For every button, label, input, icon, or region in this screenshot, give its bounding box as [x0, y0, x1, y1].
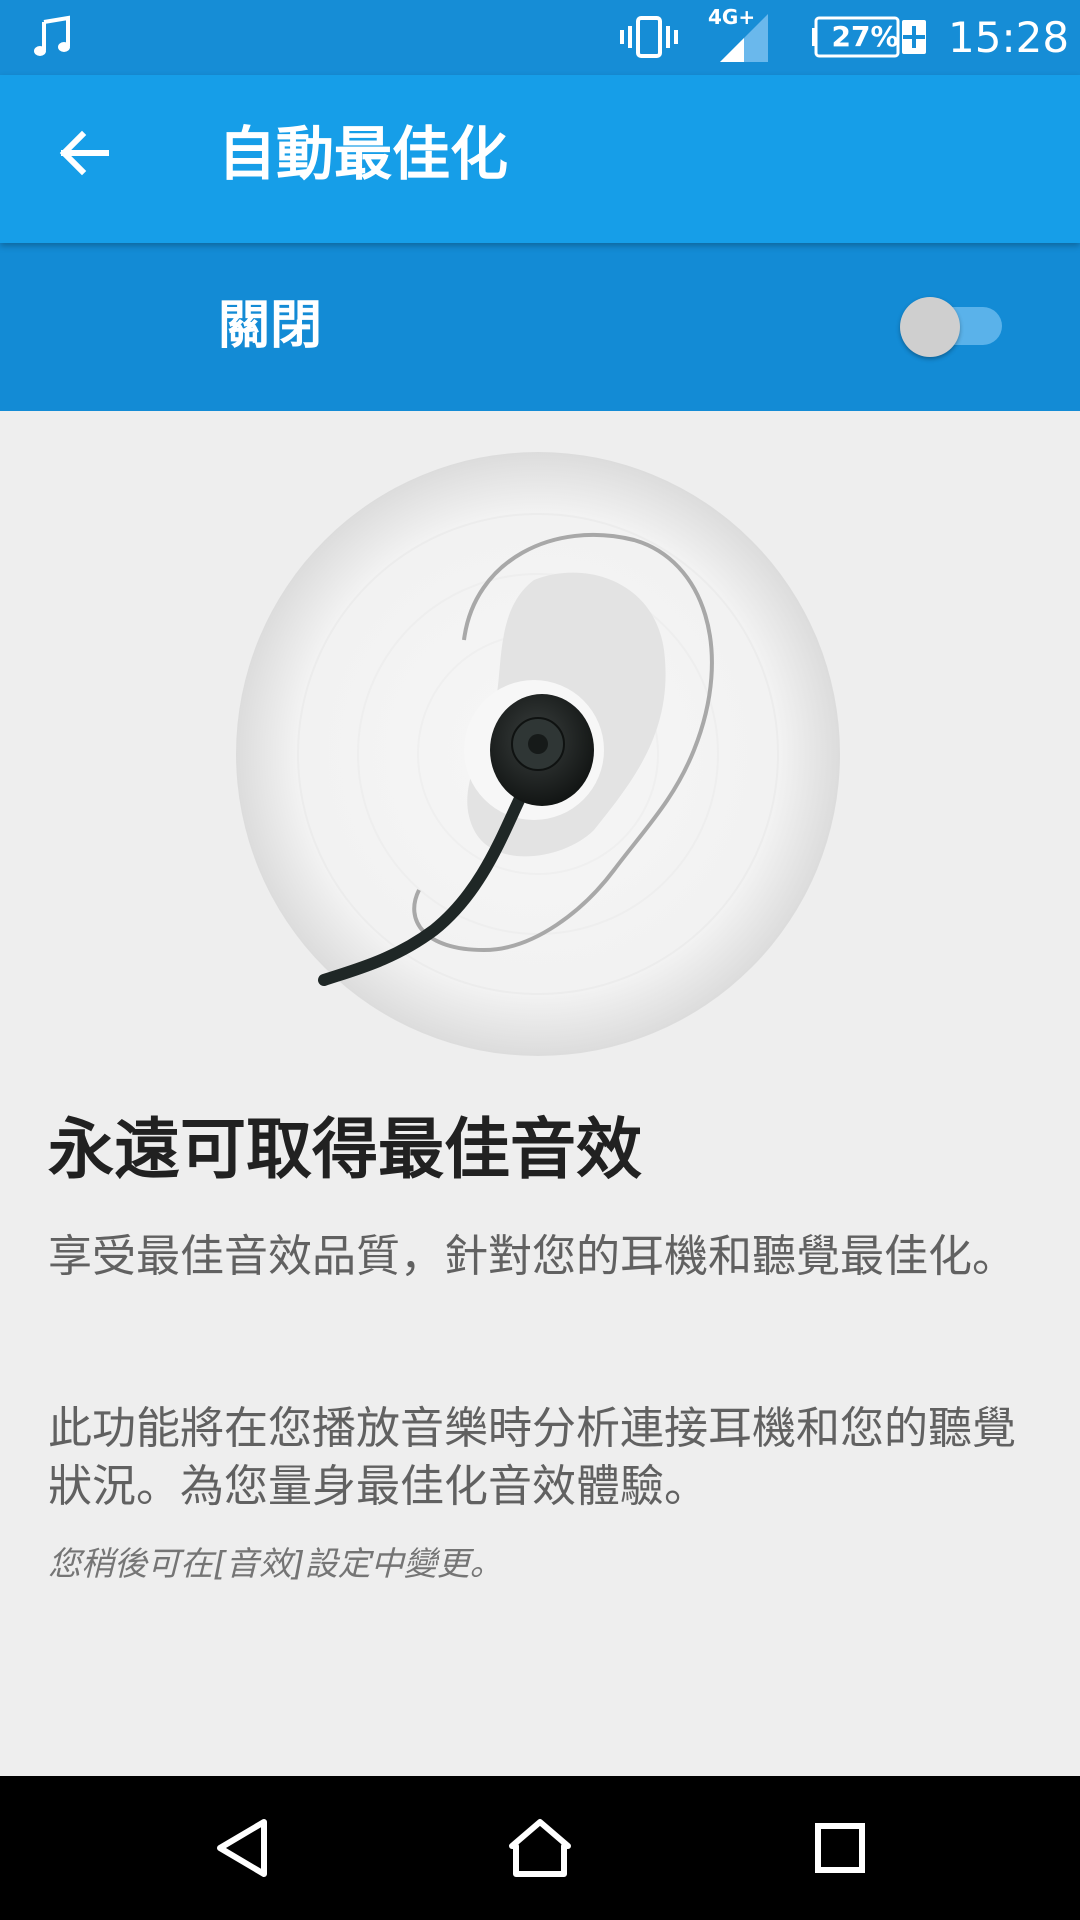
battery-percent: 27% [831, 20, 899, 53]
navigation-bar [0, 1776, 1080, 1920]
clock: 15:28 [948, 13, 1070, 62]
nav-recents-icon [815, 1823, 865, 1873]
back-button[interactable] [44, 113, 124, 193]
earphone-ear-illustration [236, 452, 840, 1056]
toggle-label: 關閉 [218, 296, 323, 356]
nav-home-icon [509, 1819, 571, 1877]
toggle-bar[interactable]: 關閉 [0, 243, 1080, 411]
settings-note: 您稍後可在[音效]設定中變更。 [48, 1544, 503, 1583]
auto-optimize-switch[interactable] [900, 295, 1006, 357]
page-title: 自動最佳化 [218, 120, 509, 188]
nav-back-button[interactable] [192, 1798, 292, 1898]
music-note-icon [34, 15, 70, 56]
nav-recents-button[interactable] [790, 1798, 890, 1898]
nav-back-icon [217, 1819, 267, 1877]
app-bar: 自動最佳化 [0, 75, 1080, 243]
network-type-label: 4G+ [708, 5, 756, 29]
vibrate-icon [620, 16, 678, 58]
description-paragraph-1: 享受最佳音效品質，針對您的耳機和聽覺最佳化。 [48, 1231, 1016, 1282]
arrow-back-icon [59, 130, 109, 176]
nav-home-button[interactable] [490, 1798, 590, 1898]
heading: 永遠可取得最佳音效 [48, 1111, 642, 1188]
switch-thumb[interactable] [900, 297, 960, 357]
status-bar: 4G+ 27% 15:28 [0, 0, 1080, 75]
description-paragraph-2: 此功能將在您播放音樂時分析連接耳機和您的聽覺狀況。為您量身最佳化音效體驗。 [48, 1403, 1016, 1512]
